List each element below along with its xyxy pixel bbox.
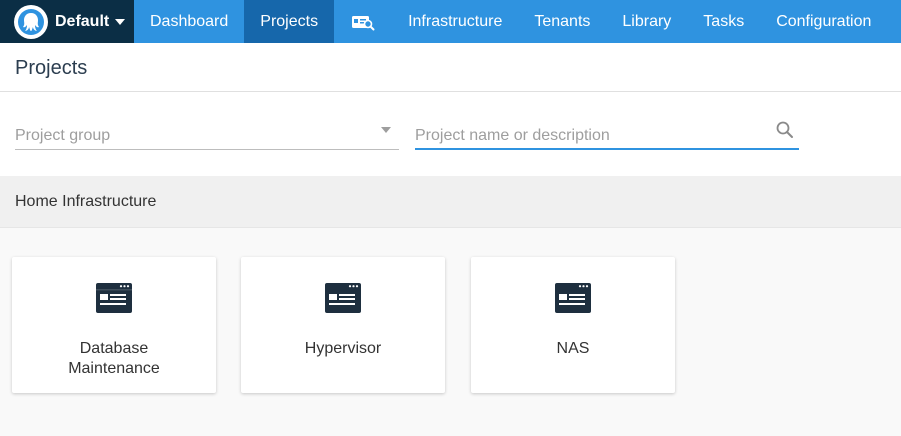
page-header: Projects <box>0 43 901 92</box>
chevron-down-icon <box>115 18 126 25</box>
dropdown-arrow-icon <box>381 127 391 133</box>
project-card-title: Hypervisor <box>304 340 382 357</box>
project-card-title: Database Maintenance <box>68 340 160 377</box>
page-title: Projects <box>15 57 88 79</box>
nav-library[interactable]: Library <box>606 0 687 43</box>
project-group-title: Home Infrastructure <box>15 193 157 210</box>
nav-configuration[interactable]: Configuration <box>760 0 887 43</box>
project-icon <box>555 283 591 313</box>
filters: Project group Project name or descriptio… <box>0 92 901 176</box>
octopus-logo-icon <box>14 4 48 39</box>
project-group-header: Home Infrastructure <box>0 176 901 228</box>
project-icon <box>96 283 132 313</box>
nav-projects[interactable]: Projects <box>244 0 335 43</box>
project-group-select[interactable]: Project group <box>15 120 399 150</box>
space-switcher[interactable]: Default <box>0 0 134 43</box>
project-cards: Database Maintenance Hypervisor NAS <box>0 228 901 436</box>
project-group-placeholder: Project group <box>15 127 111 144</box>
search-icon <box>776 121 793 138</box>
nav-infrastructure[interactable]: Infrastructure <box>392 0 518 43</box>
nav-tenants[interactable]: Tenants <box>518 0 606 43</box>
project-card-title: NAS <box>556 340 590 357</box>
project-search-input[interactable]: Project name or description <box>415 120 799 150</box>
top-navigation: Default Dashboard Projects Infrastructur… <box>0 0 901 43</box>
id-search-icon <box>352 15 375 30</box>
project-search-placeholder: Project name or description <box>415 127 610 144</box>
project-icon <box>325 283 361 313</box>
project-card-database-maintenance[interactable]: Database Maintenance <box>12 257 216 393</box>
project-card-nas[interactable]: NAS <box>471 257 675 393</box>
project-card-hypervisor[interactable]: Hypervisor <box>241 257 445 393</box>
nav-search-icon[interactable] <box>334 0 392 43</box>
nav-tasks[interactable]: Tasks <box>687 0 760 43</box>
space-name: Default <box>55 12 110 30</box>
nav-dashboard[interactable]: Dashboard <box>134 0 244 43</box>
